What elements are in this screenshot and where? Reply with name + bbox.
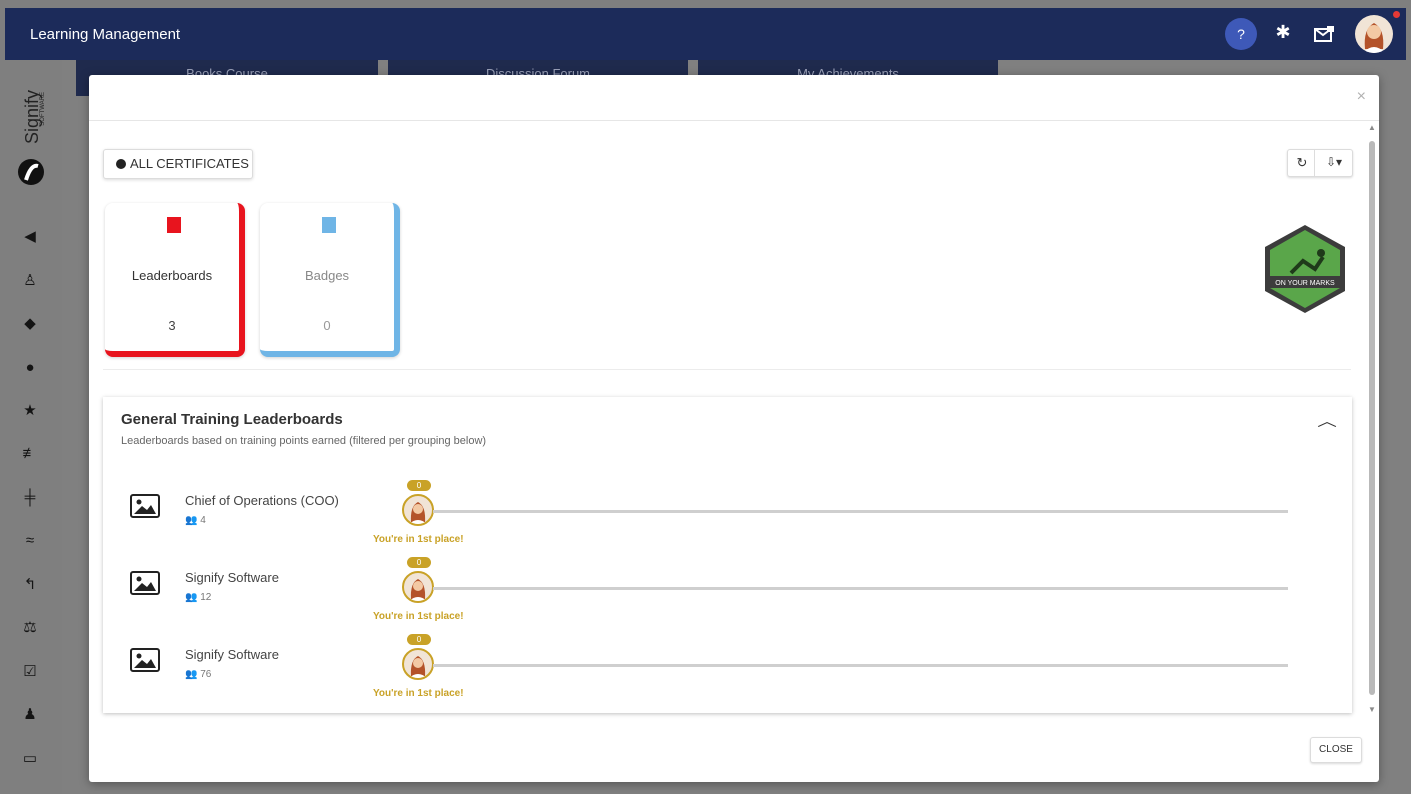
leaderboards-icon [167, 217, 181, 233]
group-member-count: 👥 76 [185, 669, 212, 680]
general-leaderboards-panel: General Training Leaderboards Leaderboar… [103, 397, 1352, 713]
badges-card[interactable]: Badges 0 [260, 203, 400, 357]
group-name: Signify Software [185, 647, 279, 662]
user-position-avatar [402, 571, 434, 603]
user-position-avatar [402, 648, 434, 680]
badge-text: ON YOUR MARKS [1275, 280, 1335, 287]
modal-close-icon[interactable]: × [1357, 88, 1366, 106]
member-count-value: 12 [200, 592, 212, 603]
scroll-up-arrow[interactable]: ▲ [1368, 123, 1376, 132]
signpost-icon[interactable]: ╪ [20, 488, 40, 508]
score-pill: 0 [407, 557, 431, 568]
toolbar-group: ↻ ⇩▾ [1287, 149, 1353, 177]
user-position-avatar [402, 494, 434, 526]
member-count-value: 4 [200, 515, 206, 526]
score-pill: 0 [407, 634, 431, 645]
modal-header-divider [89, 120, 1379, 121]
leaderboards-card-count: 3 [168, 318, 176, 333]
refresh-icon[interactable]: ↻ [1294, 155, 1310, 171]
badges-icon [322, 217, 336, 233]
close-button[interactable]: CLOSE [1310, 737, 1362, 763]
scrollbar-thumb[interactable] [1369, 141, 1375, 695]
all-certificates-button[interactable]: ALL CERTIFICATES [103, 149, 253, 179]
group-name: Signify Software [185, 570, 279, 585]
leaderboard-row[interactable]: Chief of Operations (COO) 👥 4 0 You're i… [103, 473, 1352, 549]
leaderboards-subtitle: Leaderboards based on training points ea… [121, 435, 487, 447]
group-name: Chief of Operations (COO) [185, 493, 339, 508]
notification-dot [1393, 11, 1400, 18]
section-divider [103, 369, 1351, 370]
leaderboards-card[interactable]: Leaderboards 3 [105, 203, 245, 357]
place-text: You're in 1st place! [373, 688, 464, 699]
laptop-icon[interactable]: ▭ [20, 749, 40, 769]
user-avatar[interactable] [1355, 15, 1393, 53]
app-title: Learning Management [30, 26, 181, 43]
calendar-check-icon[interactable]: ☑ [20, 662, 40, 682]
brand-text: Signify [22, 90, 42, 144]
all-certificates-label: ALL CERTIFICATES [130, 156, 249, 171]
place-text: You're in 1st place! [373, 534, 464, 545]
place-text: You're in 1st place! [373, 611, 464, 622]
user-tie-icon[interactable]: ♙ [20, 271, 40, 291]
achievements-modal: × ALL CERTIFICATES ↻ ⇩▾ Leaderboards 3 B… [89, 75, 1379, 782]
graduation-cap-icon[interactable]: ◆ [20, 314, 40, 334]
badges-card-count: 0 [323, 318, 331, 333]
progress-track [433, 664, 1288, 667]
brand-sub-text: SOFTWARE [40, 92, 46, 126]
certificate-icon [116, 159, 126, 169]
scroll-down-arrow[interactable]: ▼ [1368, 705, 1376, 714]
leaderboards-title: General Training Leaderboards [121, 411, 343, 428]
image-placeholder-icon [130, 571, 160, 595]
badges-card-label: Badges [304, 268, 350, 283]
balance-scale-icon[interactable]: ⚖ [20, 618, 40, 638]
star-icon[interactable]: ★ [20, 401, 40, 421]
on-your-marks-badge: ON YOUR MARKS [1265, 225, 1345, 313]
messages-icon[interactable] [1313, 24, 1335, 44]
top-bar: Learning Management ? ✱ [5, 8, 1406, 60]
route-icon[interactable]: ↰ [20, 575, 40, 595]
progress-track [433, 510, 1288, 513]
megaphone-icon[interactable]: ◀ [20, 227, 40, 247]
score-pill: 0 [407, 480, 431, 491]
dashboard-icon[interactable]: ● [20, 358, 40, 378]
toolbar-divider [1314, 150, 1315, 176]
help-button[interactable]: ? [1225, 18, 1257, 50]
image-placeholder-icon [130, 648, 160, 672]
signify-logo: Signify SOFTWARE [18, 90, 46, 185]
leaderboards-card-label: Leaderboards [131, 268, 213, 283]
presenter-icon[interactable]: ♟ [20, 705, 40, 725]
group-member-count: 👥 12 [185, 592, 212, 603]
download-dropdown-icon[interactable]: ⇩▾ [1320, 155, 1348, 171]
settings-icon[interactable]: ✱ [1273, 22, 1293, 44]
group-member-count: 👥 4 [185, 515, 206, 526]
leaderboard-row[interactable]: Signify Software 👥 76 0 You're in 1st pl… [103, 627, 1352, 703]
collapse-chevron-icon[interactable]: ︿ [1317, 411, 1337, 431]
image-placeholder-icon [130, 494, 160, 518]
handshake-icon[interactable]: ≈ [20, 531, 40, 551]
member-count-value: 76 [200, 669, 212, 680]
leaderboard-row[interactable]: Signify Software 👥 12 0 You're in 1st pl… [103, 550, 1352, 626]
sliders-icon[interactable]: ≢ [20, 444, 40, 464]
progress-track [433, 587, 1288, 590]
